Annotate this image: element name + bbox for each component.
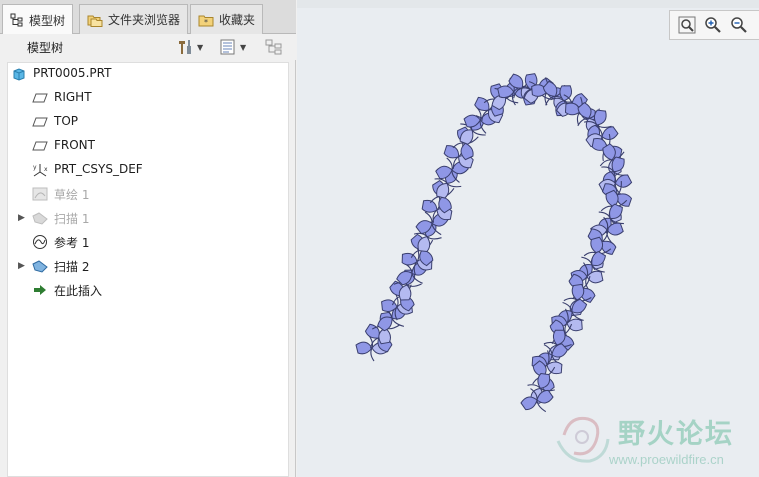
watermark-logo-icon [556, 416, 610, 463]
tree-toolbar: 模型树 ▼ ▼ [0, 34, 296, 60]
forum-watermark: 野火论坛 www.proewildfire.cn [550, 405, 759, 477]
tree-title: 模型树 [27, 41, 64, 55]
settings-dropdown-button[interactable]: ▼ [176, 37, 203, 57]
tree-item-label: 扫描 1 [54, 212, 90, 226]
tree-item-label: RIGHT [54, 90, 92, 104]
insert-here-arrow-icon [32, 282, 48, 298]
chevron-down-icon: ▼ [240, 42, 247, 52]
tree-item-sketch-1[interactable]: 草绘 1 [8, 183, 288, 205]
tree-item-csys[interactable]: yx PRT_CSYS_DEF [8, 159, 288, 181]
tab-label: 文件夹浏览器 [108, 13, 181, 27]
navigator-tabs: 模型树 文件夹浏览器 * 收藏夹 [0, 0, 296, 35]
datum-plane-icon [32, 90, 48, 106]
watermark-title: 野火论坛 [618, 419, 734, 450]
model-tree-icon [10, 13, 23, 27]
sketch-icon [32, 186, 48, 202]
tree-item-label: 草绘 1 [54, 188, 90, 202]
svg-text:x: x [44, 166, 48, 173]
settings-tools-icon [179, 40, 191, 54]
tree-item-sweep-1[interactable]: ▶ 扫描 1 [8, 207, 288, 229]
datum-plane-icon [32, 114, 48, 130]
tab-label: 收藏夹 [219, 13, 256, 27]
sweep-icon [32, 210, 48, 226]
folder-browser-icon [87, 15, 103, 27]
tree-item-part[interactable]: PRT0005.PRT [8, 63, 288, 85]
filter-icon [265, 39, 282, 55]
tree-item-front[interactable]: FRONT [8, 135, 288, 157]
tree-item-label: 在此插入 [54, 284, 103, 298]
favorites-icon: * [198, 15, 214, 27]
tab-model-tree[interactable]: 模型树 [2, 4, 74, 35]
expand-icon[interactable]: ▶ [18, 261, 28, 271]
model-tree: PRT0005.PRT RIGHT TOP FRONT yx PRT_CSYS_… [7, 62, 289, 477]
expand-icon[interactable]: ▶ [18, 213, 28, 223]
tree-item-top[interactable]: TOP [8, 111, 288, 133]
svg-text:y: y [33, 164, 37, 171]
part-icon [11, 66, 27, 82]
show-dropdown-button[interactable]: ▼ [219, 37, 246, 57]
datum-plane-icon [32, 138, 48, 154]
tree-item-label: TOP [54, 114, 79, 128]
sweep-icon [32, 258, 48, 274]
tab-favorites[interactable]: * 收藏夹 [190, 4, 264, 34]
tree-item-label: 参考 1 [54, 236, 90, 250]
model-navigator: 模型树 文件夹浏览器 * 收藏夹 模型树 ▼ ▼ PRT0005.PRT RIG… [0, 0, 296, 477]
chevron-down-icon: ▼ [197, 42, 204, 52]
coordinate-system-icon: yx [32, 162, 48, 178]
tree-item-insert-here[interactable]: 在此插入 [8, 279, 288, 301]
tree-item-right[interactable]: RIGHT [8, 87, 288, 109]
show-columns-icon [220, 39, 235, 55]
tree-item-label: 扫描 2 [54, 260, 90, 274]
tree-item-label: FRONT [54, 138, 95, 152]
tree-item-reference-1[interactable]: 参考 1 [8, 231, 288, 253]
tree-item-sweep-2[interactable]: ▶ 扫描 2 [8, 255, 288, 277]
watermark-url: www.proewildfire.cn [609, 452, 724, 467]
tab-folder-browser[interactable]: 文件夹浏览器 [79, 4, 189, 34]
reference-icon [32, 234, 48, 250]
tab-label: 模型树 [29, 13, 66, 28]
svg-text:*: * [204, 18, 208, 27]
filter-button[interactable] [264, 37, 284, 57]
tree-item-label: PRT_CSYS_DEF [54, 162, 143, 176]
tree-item-label: PRT0005.PRT [33, 66, 112, 80]
